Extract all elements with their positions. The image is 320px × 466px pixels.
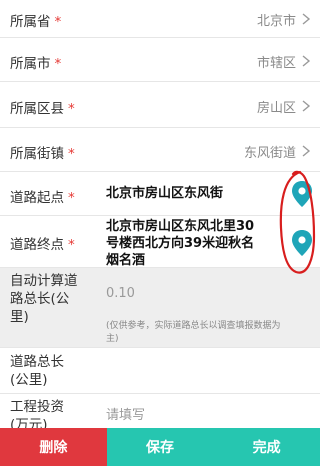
bottom-action-bar: 删除 保存 完成 (0, 428, 320, 466)
total-length-row[interactable]: 道路总长 (公里) (0, 348, 320, 394)
city-value: 市辖区 (256, 56, 296, 71)
chevron-right-icon (302, 55, 311, 67)
road-end-row: 道路终点 * 北京市房山区东风北里30 号楼西北方向39米迎秋名 烟名酒 (0, 216, 320, 268)
location-pin-icon[interactable] (290, 229, 314, 257)
investment-row[interactable]: 工程投资 (万元) 请填写 (0, 394, 320, 433)
road-start-label: 道路起点 * (10, 190, 75, 206)
delete-button[interactable]: 删除 (0, 428, 107, 466)
auto-length-value: 0.10 (106, 286, 135, 301)
road-end-value[interactable]: 北京市房山区东风北里30 号楼西北方向39米迎秋名 烟名酒 (106, 218, 254, 269)
auto-length-note: (仅供参考，实际道路总长以调查填报数据为 主) (106, 321, 281, 344)
province-value: 北京市 (256, 14, 296, 29)
investment-input[interactable]: 请填写 (106, 404, 145, 423)
location-pin-icon[interactable] (290, 180, 314, 208)
total-length-label: 道路总长 (公里) (10, 354, 64, 388)
road-start-row: 道路起点 * 北京市房山区东风街 (0, 172, 320, 216)
district-value: 房山区 (256, 101, 296, 116)
street-value: 东风街道 (243, 146, 296, 161)
street-row[interactable]: 所属街镇 * 东风街道 (0, 128, 320, 172)
chevron-right-icon (302, 145, 311, 157)
district-row[interactable]: 所属区县 * 房山区 (0, 82, 320, 128)
district-label: 所属区县 * (10, 101, 75, 117)
finish-button[interactable]: 完成 (213, 428, 320, 466)
auto-length-label: 自动计算道 路总长(公 里) (10, 273, 78, 325)
save-button[interactable]: 保存 (106, 428, 214, 466)
street-label: 所属街镇 * (10, 146, 75, 162)
chevron-right-icon (302, 100, 311, 112)
road-start-value[interactable]: 北京市房山区东风街 (106, 185, 223, 202)
auto-length-row: 自动计算道 路总长(公 里) 0.10 (仅供参考，实际道路总长以调查填报数据为… (0, 268, 320, 348)
road-end-label: 道路终点 * (10, 237, 75, 253)
city-label: 所属市 * (10, 56, 62, 72)
road-end-line-2: 号楼西北方向39米迎秋名 (106, 236, 255, 251)
province-label: 所属省 * (10, 14, 62, 30)
chevron-right-icon (302, 13, 311, 25)
province-row[interactable]: 所属省 * 北京市 (0, 0, 320, 38)
city-row[interactable]: 所属市 * 市辖区 (0, 38, 320, 82)
road-end-line-1: 北京市房山区东风北里30 (106, 219, 255, 234)
road-end-line-3: 烟名酒 (106, 253, 146, 268)
